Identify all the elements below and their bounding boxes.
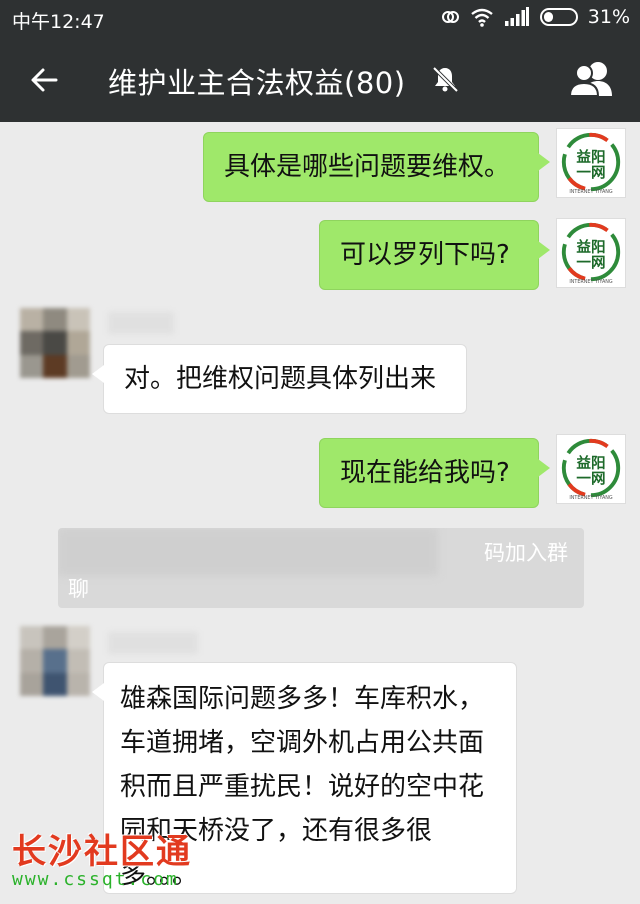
my-avatar[interactable]: 益阳 一网 INTERNET YIYANG [556,128,626,198]
status-bar: 中午12:47 31% [0,0,640,36]
brand-line1: 益阳 [576,238,605,256]
status-time: 中午12:47 [12,11,105,33]
brand-logo-icon: 益阳 一网 INTERNET YIYANG [561,222,621,285]
brand-line2: 一网 [576,471,605,488]
message-text: 可以罗列下吗? [340,240,510,270]
back-button[interactable] [22,58,66,102]
muted-bell-icon [432,66,459,93]
message-text: 对。把维权问题具体列出来 [124,364,437,394]
system-notice: 码加入群 聊 [58,528,584,608]
battery-text: 31% [587,6,630,28]
watermark: 长沙社区通 www.cssqt.com [12,824,192,890]
back-arrow-icon [31,68,58,92]
sender-avatar[interactable] [20,308,90,378]
brand-line1: 益阳 [576,454,605,472]
my-avatar[interactable]: 益阳 一网 INTERNET YIYANG [556,434,626,504]
sender-name [108,312,174,334]
brand-logo-icon: 益阳 一网 INTERNET YIYANG [561,132,621,195]
status-icons: 31% [440,6,630,28]
my-avatar[interactable]: 益阳 一网 INTERNET YIYANG [556,218,626,288]
wifi-icon [471,8,493,27]
battery-icon [539,8,578,26]
chat-header: 维护业主合法权益(80) [0,36,640,122]
brand-tagline: INTERNET YIYANG [569,189,613,195]
notice-text-line2: 聊 [68,577,89,601]
sender-name [108,632,198,654]
watermark-url: www.cssqt.com [12,869,179,890]
brand-tagline: INTERNET YIYANG [569,495,613,501]
message-bubble-incoming[interactable]: 对。把维权问题具体列出来 [92,344,467,414]
message-text: 现在能给我吗? [340,458,510,488]
brand-logo-icon: 益阳 一网 INTERNET YIYANG [561,438,621,501]
signal-icon [504,7,529,26]
message-text: 具体是哪些问题要维权。 [224,152,511,182]
sync-icon [441,11,459,23]
brand-line2: 一网 [576,255,605,272]
message-bubble-outgoing[interactable]: 可以罗列下吗? [319,220,550,290]
brand-tagline: INTERNET YIYANG [569,279,613,285]
notice-redacted [58,528,438,576]
notice-text: 码加入群 [484,541,568,565]
chat-title: 维护业主合法权益(80) [108,66,406,100]
watermark-title: 长沙社区通 [12,832,192,872]
message-list[interactable]: 具体是哪些问题要维权。 益阳 一网 INTERNET YIYANG 可以罗列下吗… [0,122,640,904]
brand-line1: 益阳 [576,148,605,166]
sender-avatar[interactable] [20,626,90,696]
group-members-icon [568,62,612,97]
brand-line2: 一网 [576,165,605,182]
group-info-button[interactable] [566,58,618,102]
message-bubble-outgoing[interactable]: 具体是哪些问题要维权。 [203,132,550,202]
battery-fill [543,12,553,22]
message-bubble-outgoing[interactable]: 现在能给我吗? [319,438,550,508]
